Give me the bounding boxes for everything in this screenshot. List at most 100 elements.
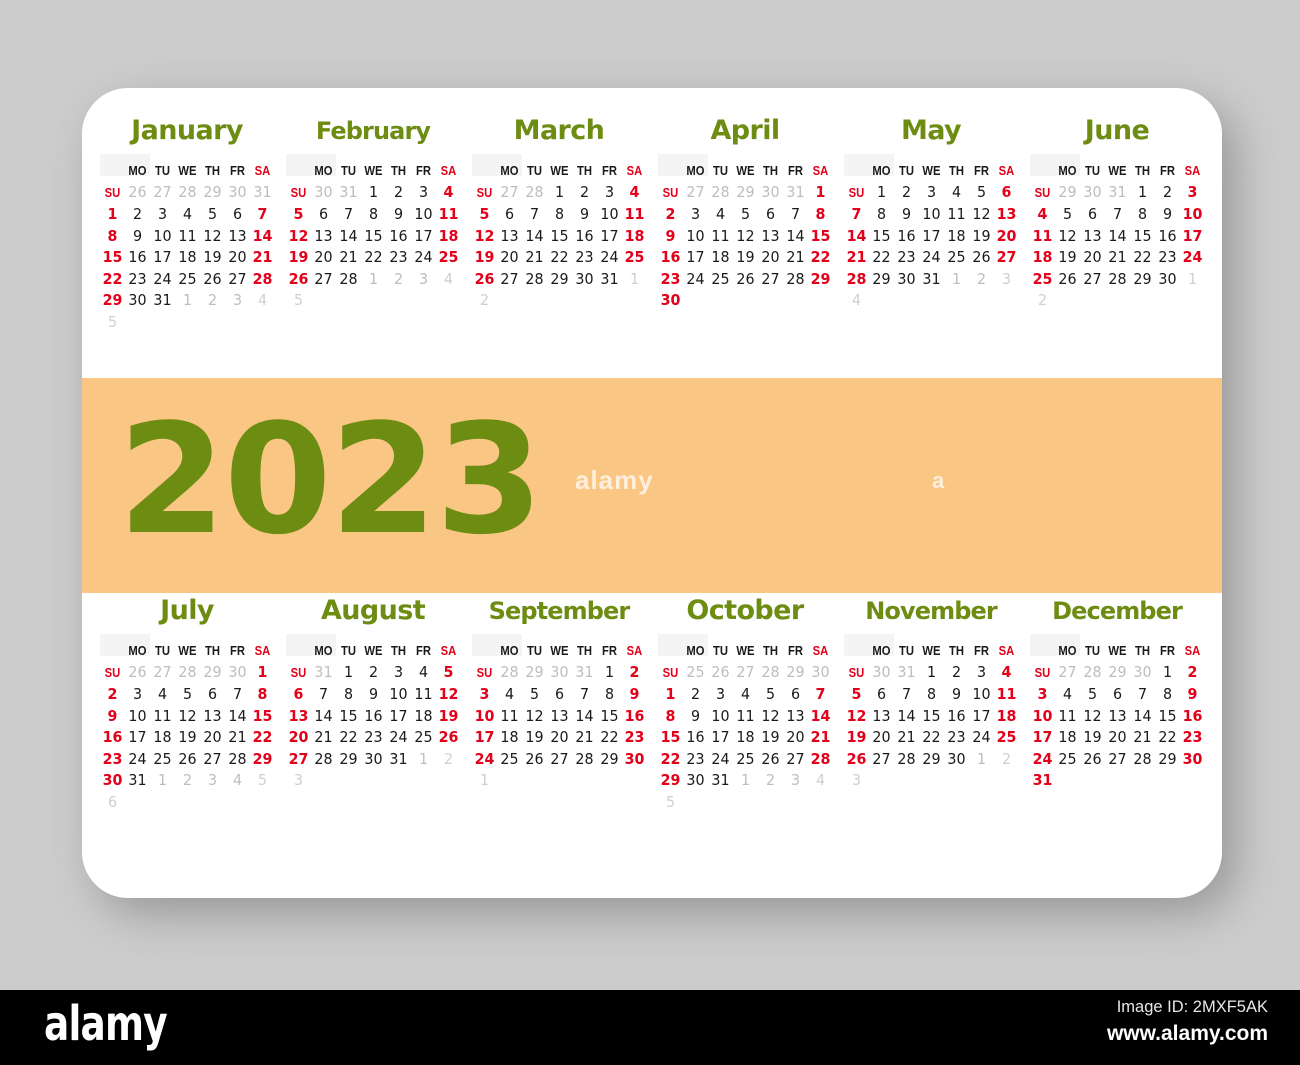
day-cell[interactable]: 15 [251,706,274,728]
day-cell[interactable]: 28 [709,182,732,204]
day-cell[interactable]: 17 [684,247,707,269]
day-cell[interactable]: 1 [548,182,571,204]
day-cell[interactable]: 30 [548,662,571,684]
day-cell[interactable]: 1 [1131,182,1154,204]
day-cell[interactable]: 21 [573,727,596,749]
day-cell[interactable]: 9 [126,226,149,248]
day-cell[interactable]: 30 [1131,662,1154,684]
day-cell[interactable]: 15 [1131,226,1154,248]
day-cell[interactable]: 28 [784,269,807,291]
day-cell[interactable]: 28 [176,182,199,204]
day-cell[interactable]: 22 [809,247,832,269]
day-cell[interactable]: 28 [176,662,199,684]
day-cell[interactable]: 13 [759,226,782,248]
day-cell[interactable]: 6 [1081,204,1104,226]
day-cell[interactable]: 13 [226,226,249,248]
day-cell[interactable]: 24 [598,247,621,269]
day-cell[interactable]: 26 [759,749,782,771]
day-cell[interactable]: 30 [623,749,646,771]
day-cell[interactable]: 4 [498,684,521,706]
day-cell[interactable]: 7 [523,204,546,226]
day-cell[interactable]: 22 [101,269,124,291]
day-cell[interactable]: 29 [201,662,224,684]
day-cell[interactable]: 1 [945,269,968,291]
day-cell[interactable]: 17 [387,706,410,728]
day-cell[interactable]: 11 [1031,226,1054,248]
day-cell[interactable]: 26 [126,662,149,684]
day-cell[interactable]: 27 [1056,662,1079,684]
day-cell[interactable]: 4 [251,290,274,312]
day-cell[interactable]: 5 [759,684,782,706]
day-cell[interactable]: 3 [287,770,310,792]
day-cell[interactable]: 27 [870,749,893,771]
day-cell[interactable]: 23 [126,269,149,291]
day-cell[interactable]: 27 [784,749,807,771]
day-cell[interactable]: 18 [498,727,521,749]
day-cell[interactable]: 13 [870,706,893,728]
day-cell[interactable]: 2 [387,182,410,204]
day-cell[interactable]: 24 [387,727,410,749]
day-cell[interactable]: 31 [387,749,410,771]
day-cell[interactable]: 31 [709,770,732,792]
day-cell[interactable]: 29 [337,749,360,771]
day-cell[interactable]: 30 [101,770,124,792]
day-cell[interactable]: 25 [412,727,435,749]
day-cell[interactable]: 5 [437,662,460,684]
day-cell[interactable]: 17 [151,247,174,269]
day-cell[interactable]: 29 [598,749,621,771]
day-cell[interactable]: 19 [759,727,782,749]
day-cell[interactable]: 2 [126,204,149,226]
day-cell[interactable]: 2 [362,662,385,684]
day-cell[interactable]: 26 [734,269,757,291]
day-cell[interactable]: 31 [784,182,807,204]
day-cell[interactable]: 24 [126,749,149,771]
day-cell[interactable]: 31 [337,182,360,204]
day-cell[interactable]: 26 [176,749,199,771]
day-cell[interactable]: 14 [573,706,596,728]
day-cell[interactable]: 17 [598,226,621,248]
day-cell[interactable]: 21 [337,247,360,269]
day-cell[interactable]: 9 [623,684,646,706]
day-cell[interactable]: 25 [437,247,460,269]
day-cell[interactable]: 11 [437,204,460,226]
day-cell[interactable]: 24 [970,727,993,749]
day-cell[interactable]: 3 [845,770,868,792]
day-cell[interactable]: 12 [437,684,460,706]
day-cell[interactable]: 30 [684,770,707,792]
day-cell[interactable]: 30 [226,662,249,684]
day-cell[interactable]: 5 [201,204,224,226]
day-cell[interactable]: 25 [151,749,174,771]
day-cell[interactable]: 1 [176,290,199,312]
day-cell[interactable]: 24 [412,247,435,269]
day-cell[interactable]: 13 [784,706,807,728]
day-cell[interactable]: 13 [312,226,335,248]
day-cell[interactable]: 27 [498,269,521,291]
day-cell[interactable]: 29 [1131,269,1154,291]
day-cell[interactable]: 3 [226,290,249,312]
day-cell[interactable]: 11 [623,204,646,226]
day-cell[interactable]: 12 [734,226,757,248]
day-cell[interactable]: 1 [870,182,893,204]
day-cell[interactable]: 6 [101,792,124,814]
day-cell[interactable]: 28 [312,749,335,771]
day-cell[interactable]: 29 [1056,182,1079,204]
day-cell[interactable]: 31 [573,662,596,684]
day-cell[interactable]: 16 [895,226,918,248]
day-cell[interactable]: 31 [598,269,621,291]
day-cell[interactable]: 7 [809,684,832,706]
day-cell[interactable]: 19 [287,247,310,269]
day-cell[interactable]: 21 [1106,247,1129,269]
day-cell[interactable]: 27 [1081,269,1104,291]
day-cell[interactable]: 29 [523,662,546,684]
day-cell[interactable]: 11 [945,204,968,226]
day-cell[interactable]: 20 [312,247,335,269]
day-cell[interactable]: 21 [845,247,868,269]
day-cell[interactable]: 22 [1156,727,1179,749]
day-cell[interactable]: 14 [895,706,918,728]
day-cell[interactable]: 6 [287,684,310,706]
day-cell[interactable]: 25 [995,727,1018,749]
day-cell[interactable]: 30 [1181,749,1204,771]
day-cell[interactable]: 14 [312,706,335,728]
day-cell[interactable]: 18 [1056,727,1079,749]
day-cell[interactable]: 11 [734,706,757,728]
